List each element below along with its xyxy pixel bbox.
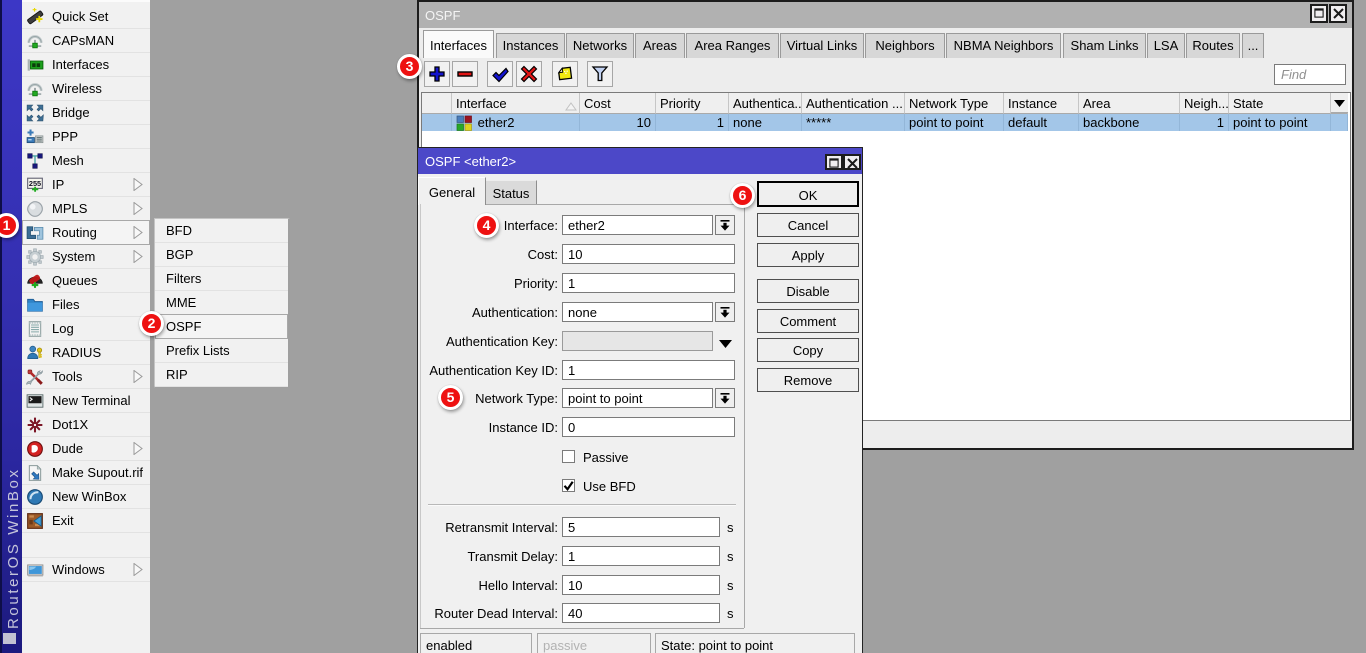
svg-text:255: 255	[29, 179, 41, 188]
